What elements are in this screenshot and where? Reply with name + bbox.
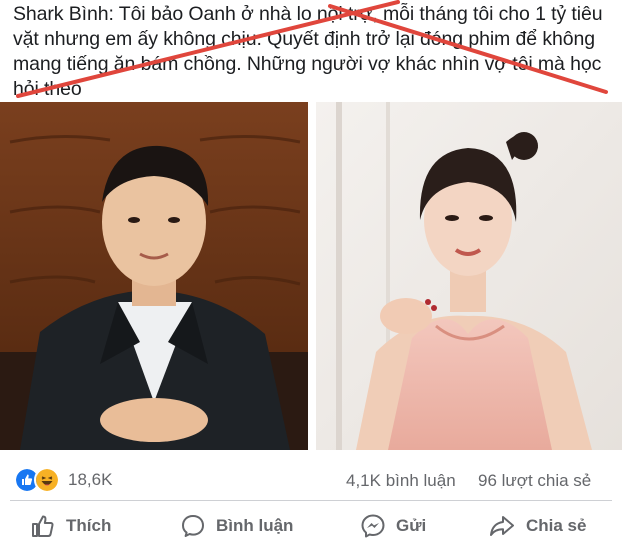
post-photos[interactable] — [0, 102, 622, 450]
comments-count[interactable]: 4,1K bình luận — [346, 471, 456, 491]
divider — [10, 500, 612, 501]
shares-count[interactable]: 96 lượt chia sẻ — [478, 471, 591, 491]
like-label: Thích — [66, 516, 112, 535]
photo-man[interactable] — [0, 102, 308, 450]
post-actions: Thích Bình luận Gửi Chia sẻ — [0, 508, 622, 544]
reactions-count: 18,6K — [68, 470, 113, 489]
send-button[interactable]: Gửi — [360, 508, 426, 544]
post-text: Shark Bình: Tôi bảo Oanh ở nhà lo nội tr… — [13, 3, 603, 100]
comment-icon — [182, 515, 204, 537]
share-button[interactable]: Chia sẻ — [488, 508, 586, 544]
comment-button[interactable]: Bình luận — [180, 508, 293, 544]
photo-woman[interactable] — [316, 102, 622, 450]
reactions-summary[interactable]: 18,6K — [14, 467, 113, 493]
like-button[interactable]: Thích — [30, 508, 111, 544]
thumbs-up-icon — [32, 515, 54, 537]
haha-icon — [34, 467, 60, 493]
send-label: Gửi — [396, 516, 427, 535]
share-label: Chia sẻ — [526, 516, 587, 535]
share-arrow-icon — [490, 516, 514, 536]
comment-label: Bình luận — [216, 516, 294, 535]
post-stats: 18,6K 4,1K bình luận 96 lượt chia sẻ — [0, 462, 622, 498]
messenger-icon — [361, 514, 385, 538]
